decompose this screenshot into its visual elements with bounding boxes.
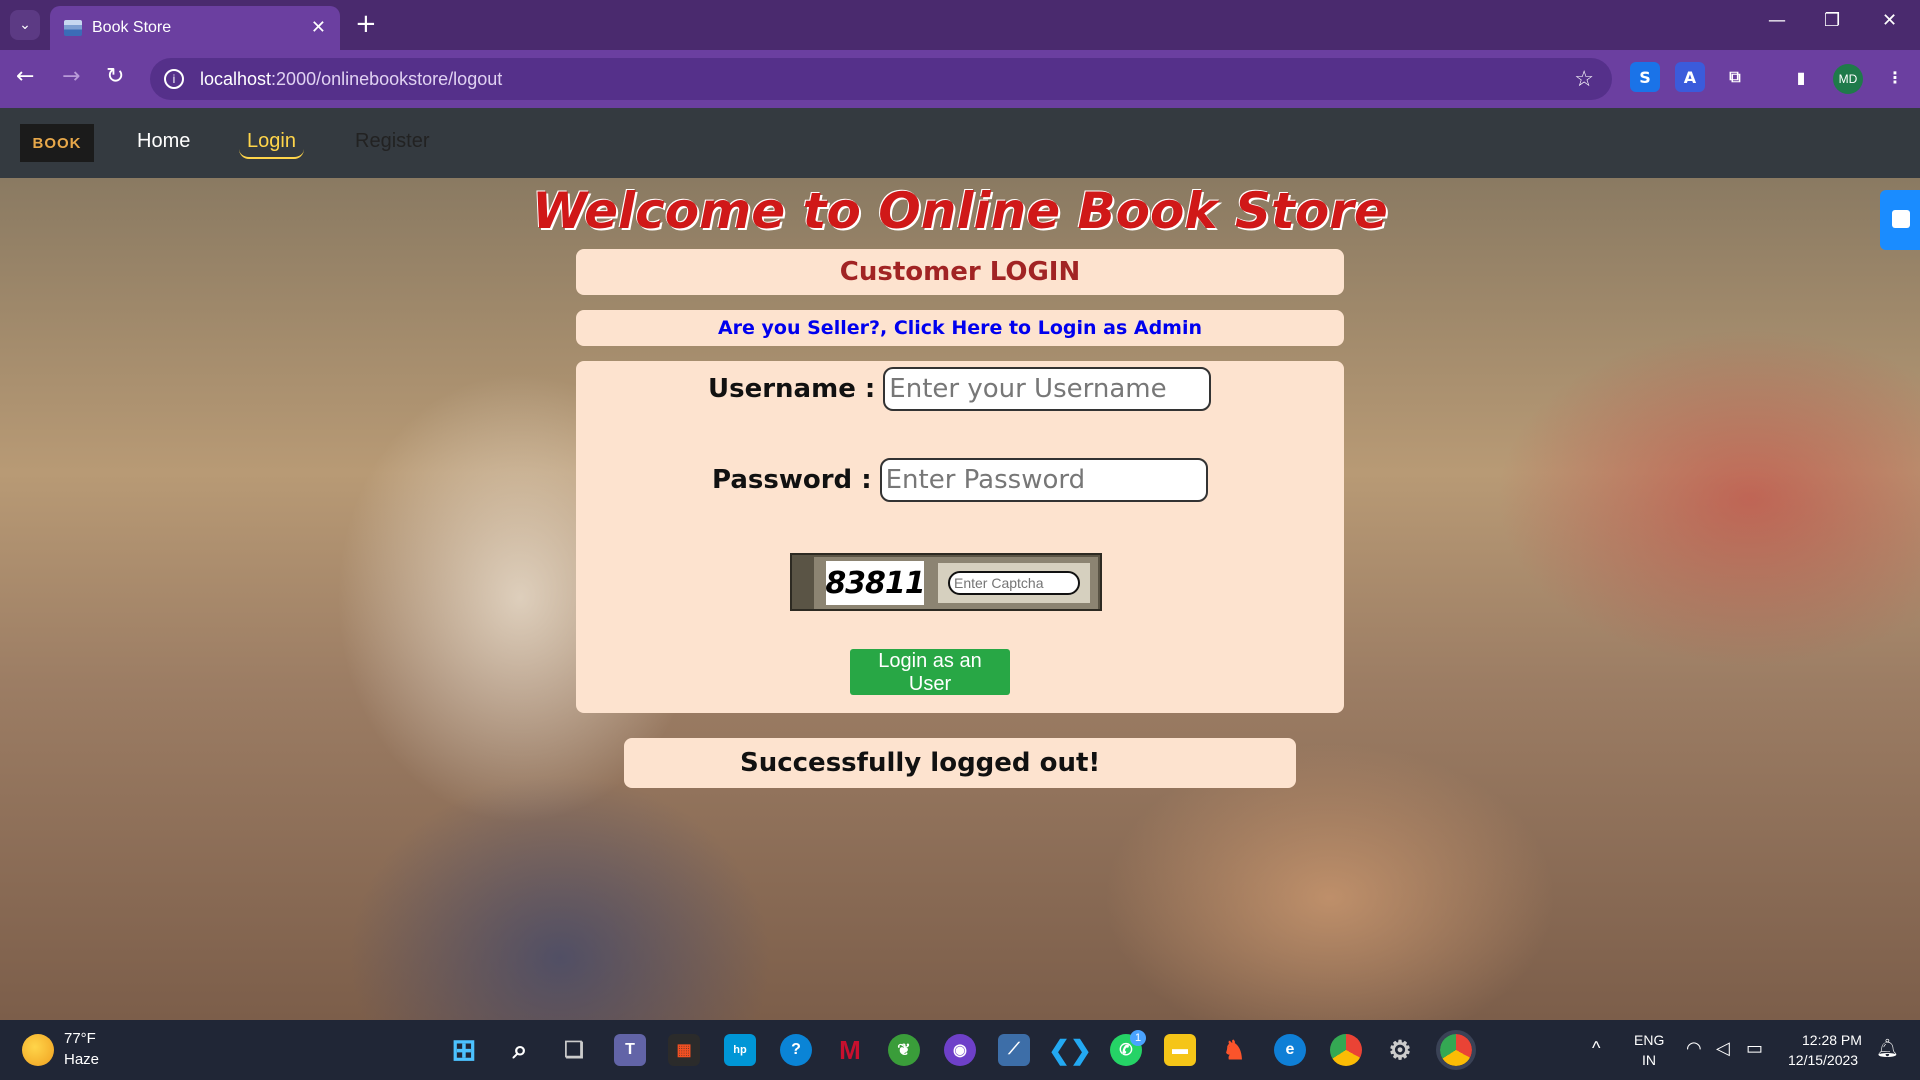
password-label: Password : bbox=[712, 465, 872, 495]
url-path: :2000/onlinebookstore/logout bbox=[271, 68, 503, 89]
task-view-icon[interactable]: ❏ bbox=[558, 1034, 590, 1066]
browser-toolbar: ← → ↻ i localhost:2000/onlinebookstore/l… bbox=[0, 50, 1920, 108]
side-panel-icon[interactable]: ▮ bbox=[1786, 62, 1816, 92]
nav-register-link[interactable]: Register bbox=[355, 130, 429, 153]
captcha-widget: 83811 bbox=[790, 553, 1102, 611]
logout-message-card: Successfully logged out! bbox=[624, 738, 1296, 788]
profile-avatar[interactable]: MD bbox=[1833, 64, 1863, 94]
browser-tab[interactable]: Book Store ✕ bbox=[50, 6, 340, 50]
forward-icon[interactable]: → bbox=[62, 64, 80, 89]
tab-search-button[interactable]: ⌄ bbox=[10, 10, 40, 40]
settings-icon[interactable]: ⚙ bbox=[1384, 1034, 1416, 1066]
chrome-icon[interactable] bbox=[1330, 1034, 1362, 1066]
login-button[interactable]: Login as an User bbox=[850, 649, 1010, 695]
captcha-input-wrap bbox=[938, 563, 1090, 603]
username-row: Username : bbox=[708, 367, 1212, 411]
windows-taskbar: 77°F Haze ⊞ ⌕ ❏ T ▦ hp ? M ❦ ◉ ⟋ ❮❯ ✆ 1 … bbox=[0, 1020, 1920, 1080]
minimize-icon[interactable]: — bbox=[1768, 10, 1786, 31]
welcome-heading: Welcome to Online Book Store bbox=[532, 182, 1388, 240]
myhp-icon[interactable]: hp bbox=[724, 1034, 756, 1066]
close-window-icon[interactable]: ✕ bbox=[1882, 10, 1897, 31]
bookmark-star-icon[interactable]: ☆ bbox=[1574, 66, 1594, 92]
browser-menu-icon[interactable]: ⋮ bbox=[1880, 62, 1910, 92]
windows-start-icon[interactable]: ⊞ bbox=[448, 1034, 480, 1067]
brave-icon[interactable]: ♞ bbox=[1218, 1034, 1250, 1066]
tab-close-icon[interactable]: ✕ bbox=[311, 17, 326, 38]
wifi-icon[interactable]: ◠ bbox=[1686, 1038, 1702, 1059]
microsoft-store-icon[interactable]: ▦ bbox=[668, 1034, 700, 1066]
login-title: Customer LOGIN bbox=[839, 257, 1081, 287]
nav-login-link[interactable]: Login bbox=[239, 130, 304, 159]
captcha-panel: 83811 bbox=[814, 557, 1098, 609]
mcafee-icon[interactable]: M bbox=[834, 1034, 866, 1066]
site-info-icon[interactable]: i bbox=[164, 69, 184, 89]
file-explorer-icon[interactable]: ▬ bbox=[1164, 1034, 1196, 1066]
battery-icon[interactable]: ▭ bbox=[1746, 1038, 1763, 1059]
widget-icon bbox=[1892, 210, 1910, 228]
region-code[interactable]: IN bbox=[1642, 1052, 1656, 1068]
logout-message: Successfully logged out! bbox=[740, 748, 1101, 778]
weather-temperature: 77°F bbox=[64, 1030, 96, 1047]
extensions-puzzle-icon[interactable]: ⧉ bbox=[1720, 62, 1750, 92]
notification-bell-icon[interactable]: 🔔︎ bbox=[1876, 1038, 1899, 1059]
tab-title: Book Store bbox=[92, 19, 172, 36]
address-bar[interactable]: i localhost:2000/onlinebookstore/logout … bbox=[150, 58, 1612, 100]
hp-support-icon[interactable]: ? bbox=[780, 1034, 812, 1066]
chrome-profile-icon[interactable] bbox=[1436, 1030, 1476, 1070]
language-code[interactable]: ENG bbox=[1634, 1032, 1664, 1048]
back-icon[interactable]: ← bbox=[16, 64, 34, 89]
captcha-code: 83811 bbox=[825, 561, 926, 605]
jetbrains-icon[interactable]: ⟋ bbox=[998, 1034, 1030, 1066]
weather-condition: Haze bbox=[64, 1051, 100, 1068]
login-form: Username : Password : 83811 Login as an … bbox=[576, 361, 1344, 713]
teams-icon[interactable]: T bbox=[614, 1034, 646, 1066]
password-input[interactable] bbox=[879, 458, 1208, 502]
admin-login-card[interactable]: Are you Seller?, Click Here to Login as … bbox=[576, 310, 1344, 346]
whatsapp-badge: 1 bbox=[1130, 1030, 1146, 1046]
edge-icon[interactable]: e bbox=[1274, 1034, 1306, 1066]
github-icon[interactable]: ◉ bbox=[944, 1034, 976, 1066]
extension-s-icon[interactable]: S bbox=[1630, 62, 1660, 92]
brand-logo[interactable]: BOOK bbox=[20, 124, 94, 162]
username-label: Username : bbox=[708, 374, 876, 404]
url-host: localhost bbox=[200, 68, 272, 89]
new-tab-button[interactable]: + bbox=[355, 10, 377, 38]
chat-app-icon[interactable]: ❦ bbox=[888, 1034, 920, 1066]
nav-home-link[interactable]: Home bbox=[137, 130, 190, 153]
username-input[interactable] bbox=[883, 367, 1212, 411]
vscode-icon[interactable]: ❮❯ bbox=[1048, 1034, 1092, 1066]
reload-icon[interactable]: ↻ bbox=[106, 64, 124, 89]
clock-time[interactable]: 12:28 PM bbox=[1802, 1032, 1862, 1048]
show-hidden-icons-icon[interactable]: ^ bbox=[1592, 1038, 1600, 1059]
search-icon[interactable]: ⌕ bbox=[504, 1034, 536, 1066]
captcha-input[interactable] bbox=[948, 571, 1080, 595]
weather-icon[interactable] bbox=[22, 1034, 54, 1066]
login-title-card: Customer LOGIN bbox=[576, 249, 1344, 295]
admin-login-link[interactable]: Are you Seller?, Click Here to Login as … bbox=[718, 317, 1202, 339]
site-navbar: BOOK Home Login Register bbox=[0, 108, 1920, 178]
browser-tab-strip: ⌄ Book Store ✕ + — ❐ ✕ bbox=[0, 0, 1920, 50]
volume-icon[interactable]: ◁ bbox=[1716, 1038, 1730, 1059]
favicon-icon bbox=[64, 20, 82, 36]
web-page: BOOK Home Login Register Welcome to Onli… bbox=[0, 108, 1920, 1020]
clock-date[interactable]: 12/15/2023 bbox=[1788, 1052, 1858, 1068]
extension-a-icon[interactable]: A bbox=[1675, 62, 1705, 92]
restore-icon[interactable]: ❐ bbox=[1824, 10, 1840, 31]
side-widget-button[interactable] bbox=[1880, 190, 1920, 250]
password-row: Password : bbox=[712, 458, 1208, 502]
